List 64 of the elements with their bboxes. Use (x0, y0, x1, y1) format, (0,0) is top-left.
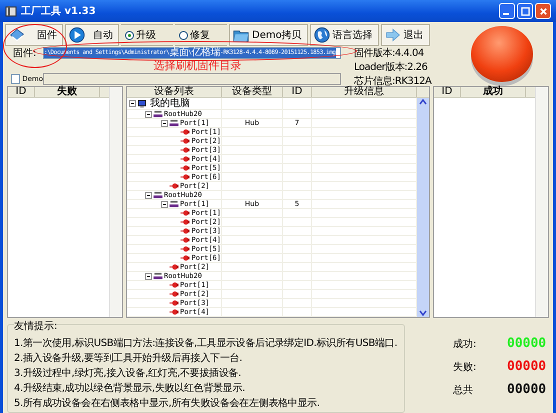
hub-icon (153, 272, 163, 280)
minimize-button[interactable] (499, 3, 515, 19)
toolbar-button[interactable]: Demo拷贝 (229, 24, 308, 46)
tips-title: 友情提示: (14, 319, 58, 333)
hub-icon (169, 119, 179, 127)
computer-icon (137, 100, 147, 108)
tip-text: 5.所有成功设备会在右侧表格中显示,所有失败设备会在左侧表格中显示. (14, 398, 321, 410)
info-text: 固件版本:4.4.04 (354, 46, 425, 60)
counter-label: 失败: (453, 360, 478, 374)
maximize-button[interactable] (517, 3, 533, 19)
globe-icon (314, 27, 330, 43)
demo-path-field[interactable] (43, 73, 341, 85)
window-title: 工厂工具 v1.33 (21, 4, 96, 18)
toolbar-button[interactable]: 退出 (380, 24, 430, 46)
counter-label: 成功: (453, 338, 478, 350)
close-button[interactable] (535, 3, 551, 19)
column-header: 设备类型 (222, 87, 283, 97)
column-header: 成功 (461, 87, 526, 97)
counter-value: 00000 (507, 382, 546, 397)
radio-option[interactable]: 升级 (121, 24, 173, 46)
radio-option[interactable]: 修复 (175, 24, 227, 46)
collapse-toggle[interactable] (161, 200, 168, 208)
counter-value: 00000 (507, 359, 546, 374)
play-icon (69, 27, 85, 43)
scrollbar[interactable] (535, 87, 548, 317)
tip-text: 2.插入设备升级,要等到工具开始升级后再接入下一台. (14, 353, 244, 365)
collapse-toggle[interactable] (145, 110, 152, 118)
column-header: 设备列表 (127, 87, 222, 97)
close-icon (538, 6, 548, 16)
round-button[interactable] (471, 26, 533, 82)
hub-icon (169, 200, 179, 208)
firmware-label: 固件: (12, 47, 38, 60)
info-text: 芯片信息:RK312A (354, 74, 433, 87)
info-text: Loader版本:2.26 (354, 60, 428, 74)
toolbar-button[interactable]: 语言选择 (310, 24, 379, 46)
collapse-toggle[interactable] (161, 120, 168, 126)
scroll-up-icon[interactable] (419, 98, 427, 106)
app-icon (5, 5, 17, 17)
scrollbar[interactable] (109, 87, 122, 317)
device-name[interactable]: 我的电脑 (149, 98, 191, 110)
column-header: 失败 (35, 87, 100, 97)
collapse-toggle[interactable] (145, 192, 152, 198)
toolbar-button[interactable]: 自动 (65, 24, 119, 46)
counter-value: 00000 (507, 336, 546, 351)
tip-text: 1.第一次使用,标识USB端口方法:连接设备,工具显示设备后记录绑定ID.标识所有USB端口. (14, 338, 398, 350)
column-header: ID (8, 87, 35, 97)
column-header: ID (434, 87, 461, 97)
toolbar-button[interactable]: 固件 (5, 24, 63, 46)
tip-text: 3.升级过程中,绿灯亮,接入设备,红灯亮,不要拔插设备. (14, 368, 242, 380)
maximize-icon (520, 6, 530, 16)
collapse-toggle[interactable] (145, 272, 152, 280)
scrollbar[interactable] (417, 98, 429, 317)
scroll-down-icon[interactable] (419, 309, 427, 317)
minimize-icon (503, 13, 509, 15)
book-icon (9, 27, 25, 43)
tip-text: 4.升级结束,成功以绿色背景显示,失败以红色背景显示. (14, 383, 246, 395)
annotation-text: 选择刷机固件目录 (152, 60, 242, 72)
column-header: ID (283, 87, 312, 97)
hub-icon (153, 191, 163, 199)
arrow-icon (384, 27, 401, 43)
counter-label: 总共 (453, 384, 474, 396)
collapse-toggle[interactable] (129, 100, 136, 107)
hub-icon (153, 110, 163, 118)
column-header: 升级信息 (312, 87, 417, 97)
